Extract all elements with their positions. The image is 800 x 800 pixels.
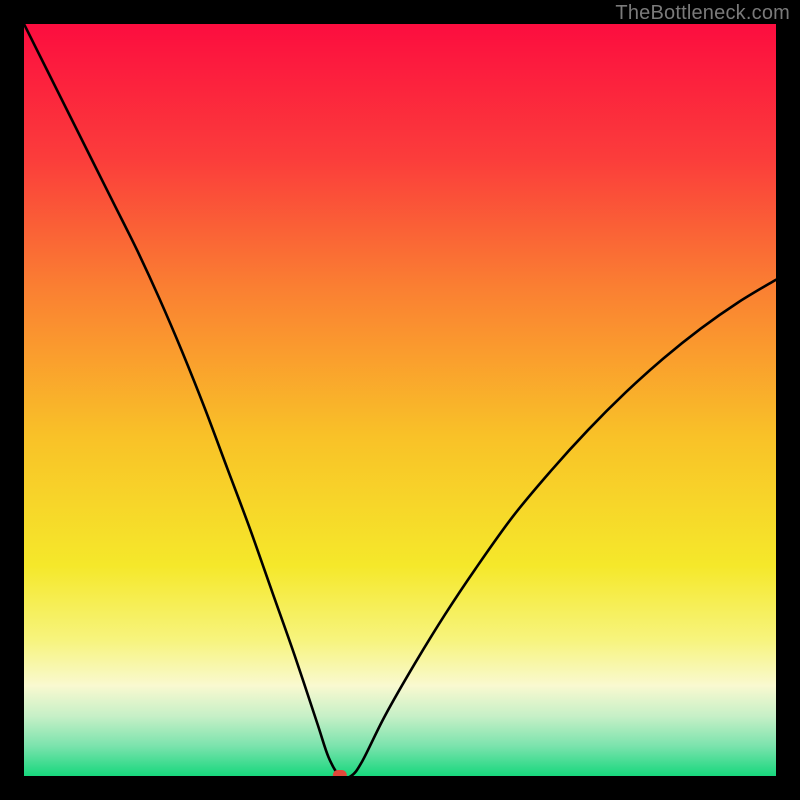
- plot-area: [24, 24, 776, 776]
- gradient-background: [24, 24, 776, 776]
- chart-frame: TheBottleneck.com: [0, 0, 800, 800]
- bottleneck-chart: [24, 24, 776, 776]
- attribution-label: TheBottleneck.com: [615, 2, 790, 25]
